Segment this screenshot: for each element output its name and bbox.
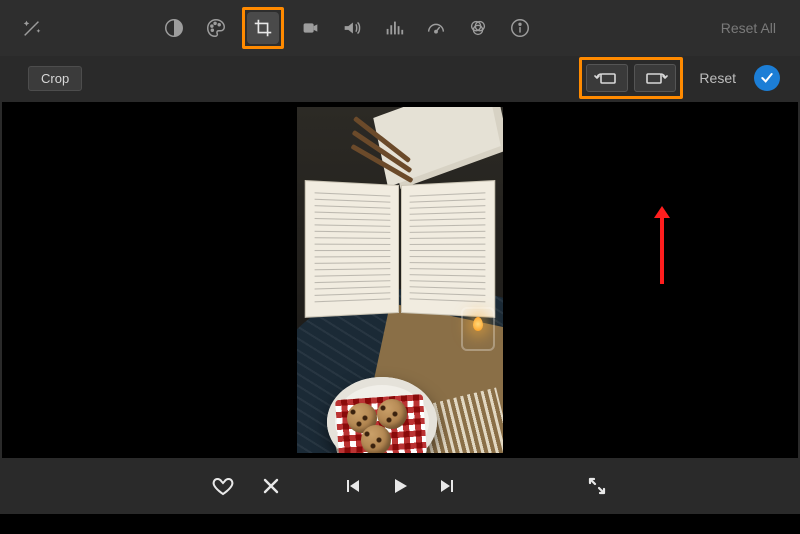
reject-icon[interactable] [258, 473, 284, 499]
top-toolbar: Reset All [0, 0, 800, 56]
speedometer-icon[interactable] [420, 12, 452, 44]
app-root: Reset All Crop Reset [0, 0, 800, 534]
palette-icon[interactable] [200, 12, 232, 44]
crop-mode-button[interactable]: Crop [28, 66, 82, 91]
color-circles-icon[interactable] [462, 12, 494, 44]
playback-controls [0, 458, 800, 514]
rotate-cw-button[interactable] [634, 64, 676, 92]
magic-wand-icon[interactable] [16, 12, 48, 44]
video-stabilize-icon[interactable] [294, 12, 326, 44]
volume-icon[interactable] [336, 12, 368, 44]
favorite-icon[interactable] [210, 473, 236, 499]
contrast-icon[interactable] [158, 12, 190, 44]
crop-tool-highlight [242, 7, 284, 49]
reset-button[interactable]: Reset [699, 70, 736, 86]
crop-icon[interactable] [247, 12, 279, 44]
footer-spacer [0, 514, 800, 534]
preview-image [297, 107, 503, 453]
apply-check-button[interactable] [754, 65, 780, 91]
info-icon[interactable] [504, 12, 536, 44]
rotate-ccw-button[interactable] [586, 64, 628, 92]
play-icon[interactable] [387, 473, 413, 499]
fullscreen-icon[interactable] [584, 473, 610, 499]
previous-icon[interactable] [339, 473, 365, 499]
reset-all-button[interactable]: Reset All [713, 20, 784, 36]
crop-subtoolbar: Crop Reset [0, 56, 800, 100]
preview-canvas[interactable] [2, 102, 798, 458]
rotate-buttons-highlight [579, 57, 683, 99]
equalizer-icon[interactable] [378, 12, 410, 44]
annotation-arrow [660, 216, 664, 284]
next-icon[interactable] [435, 473, 461, 499]
